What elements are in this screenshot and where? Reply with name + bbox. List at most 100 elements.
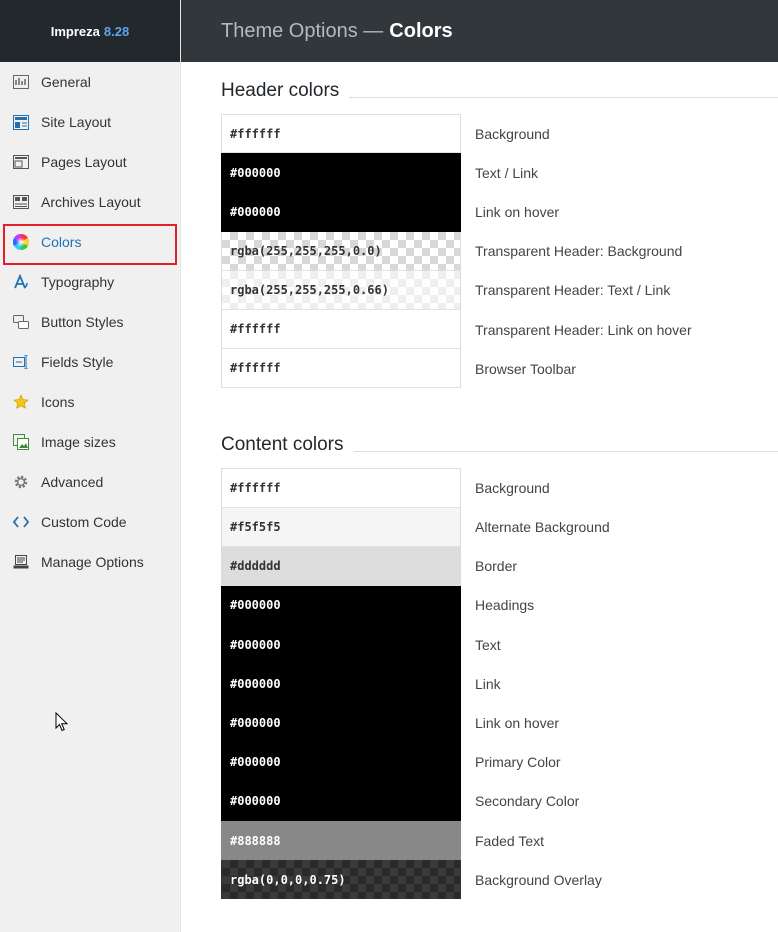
color-label: Background <box>475 479 550 496</box>
sidebar-item-image-sizes[interactable]: Image sizes <box>0 422 180 462</box>
color-row: rgba(255,255,255,0.0) Transparent Header… <box>221 231 778 271</box>
color-label: Alternate Background <box>475 519 610 536</box>
sidebar-item-button-styles[interactable]: Button Styles <box>0 302 180 342</box>
sidebar-item-label: Manage Options <box>41 554 144 570</box>
color-input[interactable]: #000000 <box>221 781 461 821</box>
sidebar-item-fields-style[interactable]: Fields Style <box>0 342 180 382</box>
color-row: #ffffff Browser Toolbar <box>221 349 778 389</box>
color-row: #ffffff Transparent Header: Link on hove… <box>221 309 778 350</box>
archives-layout-icon <box>12 193 30 211</box>
color-label: Link <box>475 675 501 692</box>
mouse-cursor-icon <box>55 711 69 737</box>
color-input[interactable]: #f5f5f5 <box>221 507 461 547</box>
color-label: Transparent Header: Background <box>475 243 683 260</box>
color-row: #ffffff Background <box>221 114 778 154</box>
sidebar-item-manage-options[interactable]: Manage Options <box>0 542 180 582</box>
color-row: #000000 Link on hover <box>221 192 778 232</box>
color-input[interactable]: #000000 <box>221 585 461 626</box>
color-label: Transparent Header: Link on hover <box>475 321 692 338</box>
color-label: Headings <box>475 597 535 614</box>
header-colors-list: #ffffff Background #000000 Text / Link #… <box>221 114 778 389</box>
general-icon <box>12 73 30 91</box>
section-title-text: Header colors <box>221 80 350 102</box>
sidebar-item-advanced[interactable]: Advanced <box>0 462 180 502</box>
color-input[interactable]: rgba(0,0,0,0.75) <box>221 860 461 900</box>
sidebar-item-label: Image sizes <box>41 434 116 450</box>
color-input[interactable]: #000000 <box>221 703 461 743</box>
sidebar-item-pages-layout[interactable]: Pages Layout <box>0 142 180 182</box>
brand: Impreza 8.28 <box>0 0 180 62</box>
color-input[interactable]: #ffffff <box>221 309 461 350</box>
sidebar-item-icons[interactable]: Icons <box>0 382 180 422</box>
color-row: #000000 Text / Link <box>221 153 778 193</box>
sidebar-item-label: Fields Style <box>41 354 114 370</box>
pages-layout-icon <box>12 153 30 171</box>
color-row: #888888 Faded Text <box>221 821 778 861</box>
image-sizes-icon <box>12 433 30 451</box>
color-label: Secondary Color <box>475 793 580 810</box>
color-wheel-icon <box>12 233 30 251</box>
content-colors-list: #ffffff Background #f5f5f5 Alternate Bac… <box>221 468 778 900</box>
color-label: Border <box>475 558 518 575</box>
color-input[interactable]: #ffffff <box>221 349 461 389</box>
color-row: #dddddd Border <box>221 546 778 586</box>
color-label: Primary Color <box>475 754 561 771</box>
button-styles-icon <box>12 313 30 331</box>
sidebar-item-label: General <box>41 74 91 90</box>
color-input[interactable]: #dddddd <box>221 546 461 586</box>
sidebar-item-site-layout[interactable]: Site Layout <box>0 102 180 142</box>
color-row: rgba(0,0,0,0.75) Background Overlay <box>221 860 778 900</box>
sidebar-item-label: Button Styles <box>41 314 124 330</box>
color-input[interactable]: #000000 <box>221 742 461 782</box>
color-input[interactable]: rgba(255,255,255,0.0) <box>221 231 461 271</box>
color-label: Link on hover <box>475 715 560 732</box>
color-row: #000000 Link on hover <box>221 703 778 743</box>
sidebar-item-label: Site Layout <box>41 114 112 130</box>
brand-name: Impreza <box>50 23 100 39</box>
color-row: #000000 Primary Color <box>221 742 778 782</box>
color-label: Browser Toolbar <box>475 360 576 377</box>
site-layout-icon <box>12 113 30 131</box>
sidebar-item-label: Icons <box>41 394 75 410</box>
color-label: Text <box>475 636 501 653</box>
main-content: Header colors #ffffff Background #000000… <box>221 62 778 900</box>
page-title-current: Colors <box>389 19 453 42</box>
typography-icon <box>12 273 30 291</box>
fields-style-icon <box>12 353 30 371</box>
color-row: #f5f5f5 Alternate Background <box>221 507 778 547</box>
color-label: Link on hover <box>475 203 560 220</box>
color-input[interactable]: #000000 <box>221 192 461 232</box>
sidebar-item-label: Custom Code <box>41 514 127 530</box>
color-input[interactable]: #ffffff <box>221 468 461 508</box>
sidebar-item-custom-code[interactable]: Custom Code <box>0 502 180 542</box>
color-row: #000000 Link <box>221 664 778 704</box>
sidebar-item-label: Pages Layout <box>41 154 127 170</box>
color-label: Faded Text <box>475 832 545 849</box>
color-row: #000000 Text <box>221 625 778 665</box>
color-input[interactable]: rgba(255,255,255,0.66) <box>221 270 461 310</box>
sidebar-item-colors[interactable]: Colors <box>0 222 180 265</box>
sidebar-item-label: Typography <box>41 274 115 290</box>
sidebar-item-label: Archives Layout <box>41 194 141 210</box>
color-input[interactable]: #000000 <box>221 153 461 193</box>
color-input[interactable]: #000000 <box>221 664 461 704</box>
sidebar-item-archives-layout[interactable]: Archives Layout <box>0 182 180 222</box>
page-title-parent: Theme Options — <box>221 19 384 42</box>
sidebar-item-label: Colors <box>41 234 82 250</box>
sidebar-item-general[interactable]: General <box>0 62 180 102</box>
color-input[interactable]: #000000 <box>221 625 461 665</box>
color-input[interactable]: #ffffff <box>221 114 461 154</box>
sidebar-item-typography[interactable]: Typography <box>0 262 180 302</box>
color-row: #000000 Headings <box>221 585 778 626</box>
sidebar-item-label: Advanced <box>41 474 104 490</box>
color-row: #ffffff Background <box>221 468 778 508</box>
manage-options-icon <box>12 553 30 571</box>
color-label: Text / Link <box>475 164 539 181</box>
color-label: Transparent Header: Text / Link <box>475 282 671 299</box>
brand-version: 8.28 <box>103 23 130 39</box>
color-input[interactable]: #888888 <box>221 821 461 861</box>
section-title-content-colors: Content colors <box>221 434 778 468</box>
color-row: rgba(255,255,255,0.66) Transparent Heade… <box>221 270 778 310</box>
color-label: Background <box>475 125 550 142</box>
